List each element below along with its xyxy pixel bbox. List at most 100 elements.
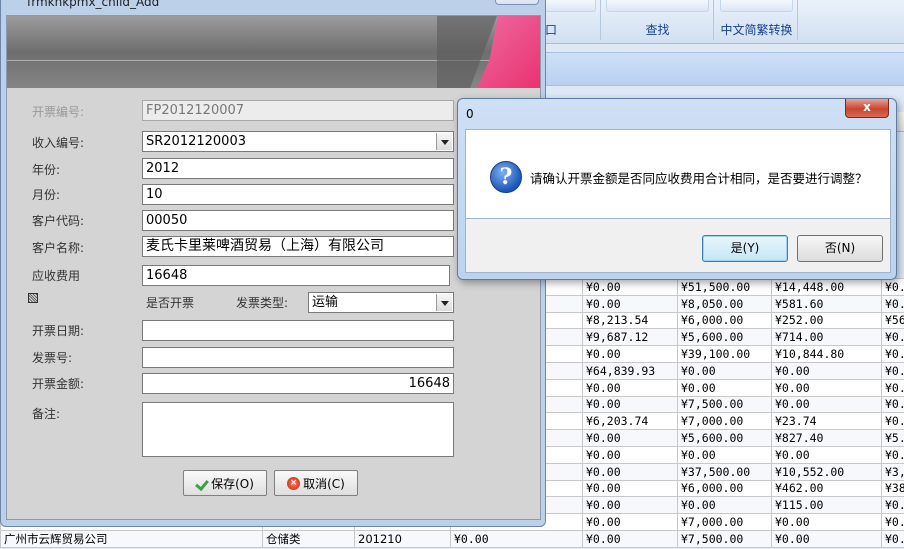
customer-name-input[interactable]: 麦氏卡里莱啤酒贸易（上海）有限公司 <box>142 236 454 257</box>
table-cell: ¥0. <box>881 496 904 515</box>
table-cell: ¥0. <box>881 328 904 347</box>
income-no-label: 收入编号: <box>32 136 85 150</box>
invoice-type-select[interactable]: 运输 <box>308 292 454 313</box>
table-cell: ¥38 <box>881 479 904 498</box>
dialog-message: 请确认开票金额是否同应收费用合计相同，是否要进行调整？ <box>530 171 868 186</box>
ribbon-button-find[interactable] <box>606 0 709 12</box>
invoice-type-label: 发票类型: <box>236 296 289 310</box>
table-cell: ¥0.00 <box>582 278 678 296</box>
table-cell: ¥0.00 <box>771 513 882 531</box>
table-cell: ¥0.00 <box>582 429 678 447</box>
table-cell: ¥3, <box>881 462 904 481</box>
month-label: 月份: <box>32 188 61 202</box>
table-cell: ¥39,100.00 <box>677 345 772 363</box>
table-cell: ¥0. <box>881 378 904 397</box>
ribbon-group-label: 查找 <box>645 23 670 37</box>
cancel-icon: × <box>287 476 301 490</box>
save-button-label: 保存(O) <box>211 476 254 491</box>
invoice-date-input[interactable] <box>142 320 454 341</box>
table-cell: ¥51,500.00 <box>677 278 772 296</box>
ribbon-group-label: 中文简繁转换 <box>720 23 793 37</box>
no-button[interactable]: 否(N) <box>797 235 883 262</box>
table-cell: ¥0.00 <box>582 479 678 498</box>
table-cell: ¥37,500.00 <box>677 462 772 481</box>
table-cell: ¥0.00 <box>677 445 772 464</box>
table-cell: ¥7,500.00 <box>677 529 772 548</box>
ribbon-group-find: 查找 <box>602 0 714 40</box>
form-close-button[interactable] <box>495 0 539 5</box>
customer-code-input[interactable]: 00050 <box>142 210 454 231</box>
table-cell: ¥0.00 <box>582 294 678 313</box>
income-no-select[interactable]: SR2012120003 <box>142 131 454 152</box>
month-input[interactable]: 10 <box>142 184 454 205</box>
question-icon: ? <box>490 161 522 193</box>
table-cell: 仓储类 <box>262 529 355 548</box>
invoice-amount-input[interactable]: 16648 <box>142 373 454 394</box>
table-row[interactable]: 广州市云辉贸易公司 仓储类 201210 ¥0.00 ¥0.00 ¥7,500.00 ¥0.… <box>0 529 904 548</box>
table-cell: 201210 <box>354 529 451 548</box>
dialog-footer: 是(Y) 否(N) <box>465 219 891 273</box>
remark-textarea[interactable] <box>142 402 454 457</box>
invoice-type-value: 运输 <box>312 295 339 310</box>
table-cell: ¥827.40 <box>771 429 882 447</box>
chevron-down-icon[interactable] <box>436 294 452 311</box>
cancel-button-label: 取消(C) <box>303 476 345 491</box>
table-cell: ¥0.00 <box>771 445 882 464</box>
income-no-value: SR2012120003 <box>146 134 246 149</box>
receivable-label: 应收费用 <box>32 269 81 283</box>
table-cell: ¥5,600.00 <box>677 429 772 447</box>
table-cell: ¥0. <box>881 345 904 363</box>
table-cell: ¥462.00 <box>771 479 882 498</box>
table-cell: ¥0. <box>881 529 904 548</box>
save-button[interactable]: 保存(O) <box>183 470 267 496</box>
table-cell: ¥0.00 <box>582 378 678 397</box>
table-cell: ¥0.00 <box>582 395 678 414</box>
table-cell: 广州市云辉贸易公司 <box>0 529 263 548</box>
table-cell: ¥10,844.80 <box>771 345 882 363</box>
table-cell: ¥5. <box>881 429 904 447</box>
dialog-body: ? 请确认开票金额是否同应收费用合计相同，是否要进行调整？ <box>465 129 891 219</box>
is-invoiced-checkbox[interactable] <box>28 293 38 303</box>
table-cell: ¥0.00 <box>771 395 882 414</box>
table-cell: ¥0. <box>881 294 904 313</box>
table-cell: ¥9,687.12 <box>582 328 678 347</box>
table-cell: ¥0. <box>881 412 904 431</box>
table-cell: ¥56 <box>881 311 904 330</box>
invoice-no-label: 开票编号: <box>32 105 85 119</box>
year-input[interactable]: 2012 <box>142 158 454 179</box>
yes-button[interactable]: 是(Y) <box>702 235 788 262</box>
table-cell: ¥252.00 <box>771 311 882 330</box>
ribbon-group-convert: 中文简繁转换 <box>716 0 798 40</box>
cancel-button[interactable]: × 取消(C) <box>274 470 358 496</box>
customer-code-label: 客户代码: <box>32 214 85 228</box>
receipt-no-input[interactable] <box>142 347 454 368</box>
table-cell: ¥0.00 <box>582 345 678 363</box>
receivable-input[interactable]: 16648 <box>142 265 450 286</box>
invoice-date-label: 开票日期: <box>32 324 85 338</box>
table-cell: ¥0.00 <box>771 529 882 548</box>
dialog-close-button[interactable]: x <box>845 99 889 118</box>
table-cell: ¥8,050.00 <box>677 294 772 313</box>
table-cell: ¥0.00 <box>582 445 678 464</box>
table-cell: ¥714.00 <box>771 328 882 347</box>
table-cell: ¥0.00 <box>677 361 772 380</box>
table-cell: ¥8,213.54 <box>582 311 678 330</box>
dialog-title: 0 <box>466 107 474 121</box>
table-cell: ¥0.00 <box>582 513 678 531</box>
table-cell: ¥0. <box>881 278 904 296</box>
chevron-down-icon[interactable] <box>436 133 452 150</box>
ribbon-button-convert[interactable] <box>720 0 793 12</box>
table-cell: ¥581.60 <box>771 294 882 313</box>
table-cell: ¥0.00 <box>582 496 678 515</box>
table-cell: ¥0. <box>881 395 904 414</box>
invoice-no-field: FP2012120007 <box>142 100 454 121</box>
table-cell: ¥0.00 <box>677 496 772 515</box>
table-cell: ¥0. <box>881 361 904 380</box>
invoice-amount-label: 开票金额: <box>32 377 85 391</box>
table-cell: ¥7,000.00 <box>677 513 772 531</box>
table-cell: ¥0.00 <box>771 361 882 380</box>
checkmark-icon <box>196 477 208 489</box>
table-cell: ¥115.00 <box>771 496 882 515</box>
table-cell: ¥0.00 <box>450 529 583 548</box>
table-cell: ¥0.00 <box>582 462 678 481</box>
